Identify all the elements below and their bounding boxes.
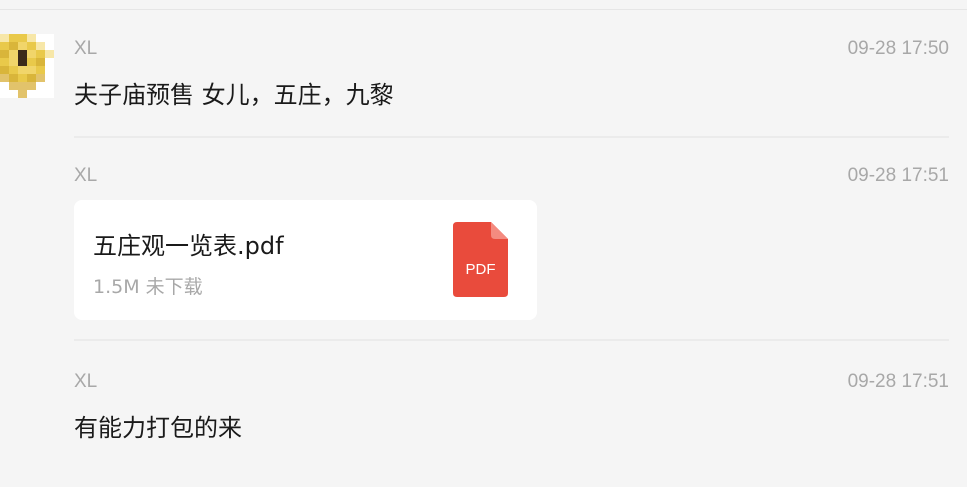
avatar-pixel — [0, 42, 9, 50]
avatar-pixel — [27, 42, 36, 50]
avatar-pixel — [18, 58, 27, 66]
sender-name: XL — [74, 38, 98, 59]
message-divider — [74, 136, 949, 138]
message-text[interactable]: 有能力打包的来 — [74, 408, 242, 443]
avatar-pixel — [0, 74, 9, 82]
avatar-pixel — [9, 50, 18, 58]
message-divider — [74, 339, 949, 341]
pdf-icon-label: PDF — [466, 261, 496, 278]
avatar-pixel — [45, 66, 54, 74]
avatar-pixel — [36, 82, 45, 90]
avatar-pixel — [45, 34, 54, 42]
avatar-pixel — [0, 90, 9, 98]
avatar-pixel — [18, 74, 27, 82]
avatar-pixel — [0, 82, 9, 90]
sender-name: XL — [74, 371, 98, 392]
avatar-pixel — [36, 90, 45, 98]
avatar-pixel — [0, 58, 9, 66]
avatar-pixel — [45, 82, 54, 90]
avatar-pixel — [45, 58, 54, 66]
avatar-pixel — [45, 90, 54, 98]
sender-avatar[interactable] — [0, 34, 54, 98]
sender-name: XL — [74, 165, 98, 186]
avatar-pixel — [9, 34, 18, 42]
avatar-pixel — [27, 74, 36, 82]
avatar-pixel — [18, 82, 27, 90]
avatar-pixel — [18, 34, 27, 42]
message-time: 09-28 17:50 — [847, 38, 949, 59]
avatar-pixel — [45, 74, 54, 82]
avatar-pixel — [36, 34, 45, 42]
avatar-pixel — [0, 50, 9, 58]
message-text[interactable]: 夫子庙预售 女儿，五庄，九黎 — [74, 75, 394, 110]
avatar-pixel — [0, 66, 9, 74]
avatar-pixel — [36, 42, 45, 50]
message-time: 09-28 17:51 — [847, 165, 949, 186]
avatar-pixel — [9, 66, 18, 74]
avatar-pixel — [27, 34, 36, 42]
pdf-file-icon: PDF — [453, 222, 508, 297]
avatar-pixel — [18, 50, 27, 58]
avatar-pixel — [9, 42, 18, 50]
avatar-pixel — [27, 90, 36, 98]
file-meta: 1.5M 未下载 — [93, 276, 203, 298]
avatar-pixel — [18, 90, 27, 98]
avatar-pixel — [36, 74, 45, 82]
avatar-pixel — [18, 66, 27, 74]
avatar-pixel — [45, 42, 54, 50]
file-attachment-card[interactable]: 五庄观一览表.pdf 1.5M 未下载 PDF — [74, 200, 537, 320]
message-2: XL 09-28 17:51 — [74, 165, 949, 195]
avatar-pixel — [9, 82, 18, 90]
avatar-pixel — [45, 50, 54, 58]
avatar-pixel — [9, 58, 18, 66]
message-3: XL 09-28 17:51 有能力打包的来 — [74, 371, 949, 451]
avatar-pixel — [0, 34, 9, 42]
avatar-pixel — [18, 42, 27, 50]
message-1: XL 09-28 17:50 夫子庙预售 女儿，五庄，九黎 — [74, 38, 949, 118]
file-name: 五庄观一览表.pdf — [93, 232, 284, 260]
avatar-pixel — [27, 50, 36, 58]
avatar-pixel — [27, 66, 36, 74]
avatar-pixel — [9, 90, 18, 98]
avatar-pixel — [27, 58, 36, 66]
avatar-pixel — [36, 50, 45, 58]
avatar-pixel — [36, 58, 45, 66]
message-time: 09-28 17:51 — [847, 371, 949, 392]
avatar-pixel — [36, 66, 45, 74]
avatar-pixel — [27, 82, 36, 90]
top-divider — [0, 9, 967, 10]
avatar-pixel — [9, 74, 18, 82]
